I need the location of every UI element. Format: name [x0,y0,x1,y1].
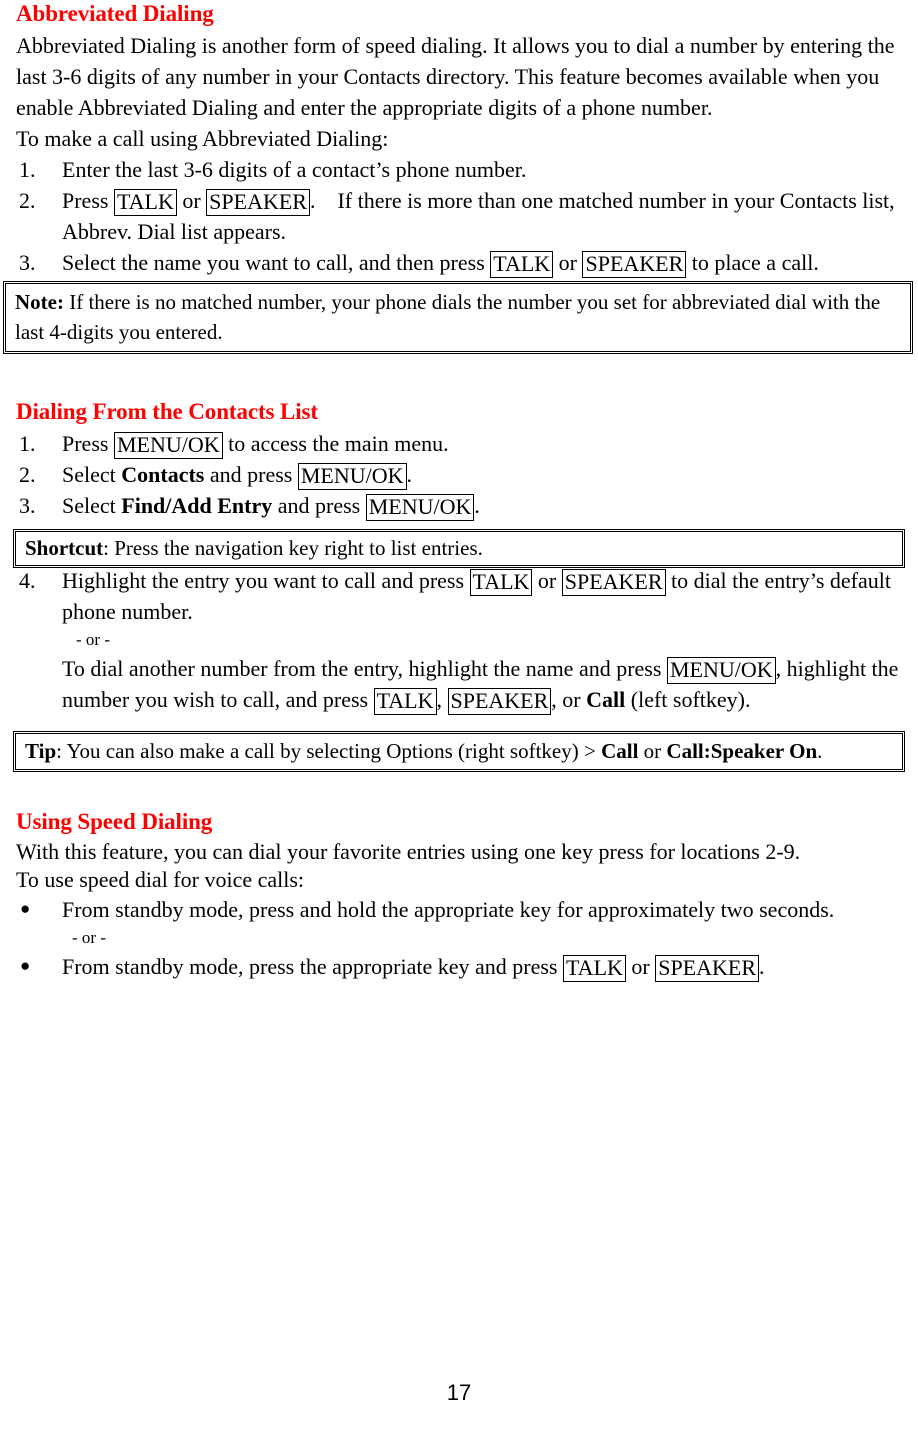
shortcut-label: Shortcut [25,536,104,560]
step-text-mid: or [553,250,583,275]
key-label-speaker: SPEAKER [582,251,687,278]
document-page: Abbreviated Dialing Abbreviated Dialing … [0,0,918,1430]
step-text-post: . [406,462,413,487]
menu-item-find-add-entry: Find/Add Entry [121,493,273,518]
shortcut-text: : Press the navigation key right to list… [103,536,483,560]
section-heading-using-speed-dialing: Using Speed Dialing [16,809,213,834]
step-text: Select the name you want to call, and th… [62,250,491,275]
alt-text-mid3: , or [551,687,587,712]
contacts-list-steps-continued: 4. Highlight the entry you want to call a… [0,565,918,715]
step-number: 1. [19,431,36,456]
bullet-text-mid: or [625,954,656,979]
bullet-icon: ● [20,899,31,918]
step-text: Enter the last 3-6 digits of a contact’s… [62,157,527,182]
step-text-post: to place a call. [686,250,819,275]
section-using-speed-dialing: Using Speed Dialing With this feature, y… [0,808,918,982]
step-text-mid: or [176,188,207,213]
step-text-mid: or [532,568,562,593]
tip-callout: Tip: You can also make a call by selecti… [12,730,906,773]
note-text: If there is no matched number, your phon… [15,290,881,344]
note-callout: Note: If there is no matched number, you… [2,280,914,355]
contacts-list-steps: 1. Press MENU/OK to access the main menu.… [0,428,918,521]
list-item: 1. Press MENU/OK to access the main menu. [16,428,918,459]
step-number: 2. [19,462,36,487]
list-item: 2. Press TALK or SPEAKER. If there is mor… [16,185,918,247]
step-text: Select [62,462,122,487]
note-label: Note: [15,290,64,314]
contacts-list-step-4-block: 4. Highlight the entry you want to call a… [0,565,918,715]
tip-text-3: . [817,739,823,763]
section-heading-dialing-from-contacts-list: Dialing From the Contacts List [16,399,318,424]
alt-text-pre: To dial another number from the entry, h… [62,656,667,681]
bullet-icon: ● [20,956,31,975]
step-text: Highlight the entry you want to call and… [62,568,470,593]
step-text-mid: and press [204,462,298,487]
page-number: 17 [446,1380,472,1405]
alt-text-post: (left softkey). [625,687,751,712]
intro-paragraph: Abbreviated Dialing is another form of s… [16,33,895,120]
bullet-text: From standby mode, press and hold the ap… [62,897,835,922]
key-label-speaker: SPEAKER [447,688,552,715]
step-number: 4. [19,568,36,593]
key-label-menu-ok: MENU/OK [666,657,776,684]
tip-label: Tip [25,739,57,763]
step-text: Press [62,431,114,456]
step-number: 2. [19,188,36,213]
lead-in-text: To use speed dial for voice calls: [16,867,305,892]
list-item: 3. Select Find/Add Entry and press MENU/O… [16,490,918,521]
or-separator: - or - [76,630,110,649]
key-label-talk: TALK [113,189,177,216]
key-label-menu-ok: MENU/OK [297,463,407,490]
tip-text-1: : You can also make a call by selecting … [56,739,602,763]
bullet-text-post: . [759,954,765,979]
list-item: 1. Enter the last 3-6 digits of a contact… [16,154,918,185]
section-heading-abbreviated-dialing: Abbreviated Dialing [16,1,214,26]
step-number: 3. [19,250,36,275]
menu-option-call: Call [601,739,639,763]
section-abbreviated-dialing: Abbreviated Dialing Abbreviated Dialing … [0,0,918,278]
tip-text-2: or [638,739,667,763]
intro-paragraph: With this feature, you can dial your fav… [16,839,801,864]
key-label-speaker: SPEAKER [561,569,666,596]
bullet-text: From standby mode, press the appropriate… [62,954,563,979]
key-label-speaker: SPEAKER [655,955,760,982]
or-separator: - or - [72,928,106,947]
key-label-talk: TALK [373,688,437,715]
step-text: Press [62,188,114,213]
step-number: 3. [19,493,36,518]
menu-option-call-speaker-on: Call:Speaker On [666,739,818,763]
lead-in-text: To make a call using Abbreviated Dialing… [16,126,389,151]
list-item: 2. Select Contacts and press MENU/OK. [16,459,918,490]
abbreviated-dialing-steps: 1. Enter the last 3-6 digits of a contact… [0,154,918,278]
step-text-post: to access the main menu. [222,431,449,456]
alt-text-mid2: , [436,687,448,712]
list-item: 4. Highlight the entry you want to call a… [16,565,918,715]
key-label-speaker: SPEAKER [206,189,310,216]
key-label-menu-ok: MENU/OK [113,432,223,459]
step-alternative-text: To dial another number from the entry, h… [62,653,918,715]
key-label-talk: TALK [490,251,554,278]
list-item: ● From standby mode, press the appropriat… [16,951,918,982]
step-number: 1. [19,157,36,182]
list-item: 3. Select the name you want to call, and … [16,247,918,278]
speed-dialing-bullets: ● From standby mode, press and hold the a… [0,894,918,982]
softkey-label-call: Call [586,687,626,712]
key-label-menu-ok: MENU/OK [365,494,475,521]
step-text-mid: and press [272,493,366,518]
shortcut-callout: Shortcut: Press the navigation key right… [12,528,906,569]
list-item: ● From standby mode, press and hold the a… [16,894,918,951]
step-text-post: . [474,493,480,518]
key-label-talk: TALK [563,955,626,982]
key-label-talk: TALK [469,569,533,596]
step-text: Select [62,493,122,518]
section-dialing-from-contacts-list: Dialing From the Contacts List 1. Press M… [0,398,918,521]
menu-item-contacts: Contacts [121,462,205,487]
